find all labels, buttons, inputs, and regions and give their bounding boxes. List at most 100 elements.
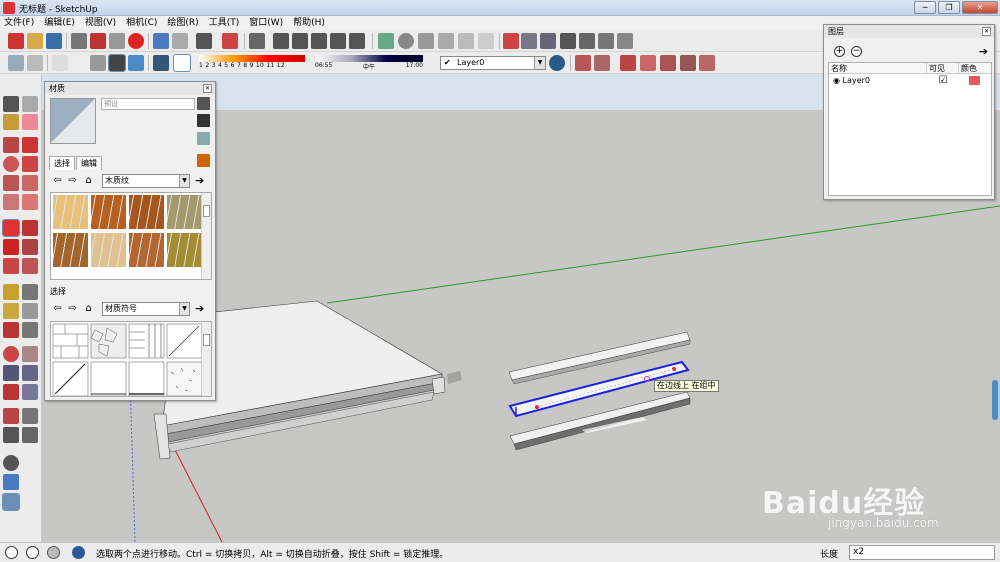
open-file-icon[interactable]: [27, 33, 43, 49]
orbit-tool-icon[interactable]: [3, 346, 19, 362]
freehand-icon[interactable]: [22, 156, 38, 172]
components-icon[interactable]: [540, 33, 556, 49]
scene-icon[interactable]: [620, 55, 636, 71]
follow-me-icon[interactable]: [22, 239, 38, 255]
axes-tool-icon[interactable]: [3, 322, 19, 338]
tape-measure-icon[interactable]: [3, 284, 19, 300]
menu-draw[interactable]: 绘图(R): [167, 16, 198, 30]
col-name[interactable]: 名称: [829, 63, 927, 73]
chevron-down-icon[interactable]: ▼: [179, 303, 189, 315]
chevron-down-icon[interactable]: ▼: [534, 57, 545, 69]
zoom-tool-icon[interactable]: [3, 365, 19, 381]
col-color[interactable]: 颜色: [959, 63, 991, 73]
details-arrow-icon[interactable]: ➔: [979, 45, 988, 58]
menu-help[interactable]: 帮助(H): [293, 16, 325, 30]
close-icon[interactable]: ✕: [982, 27, 991, 36]
layer-visible-checkbox[interactable]: ☑: [927, 74, 959, 87]
iso-view-icon[interactable]: [273, 33, 289, 49]
menu-tools[interactable]: 工具(T): [209, 16, 240, 30]
3d-text-icon[interactable]: [22, 322, 38, 338]
rotate-tool-icon[interactable]: [3, 239, 19, 255]
back-edges-icon[interactable]: [27, 55, 43, 71]
camera-icon[interactable]: [249, 33, 265, 49]
scale-tool-icon[interactable]: [3, 258, 19, 274]
geolocation-icon[interactable]: [5, 546, 18, 559]
pie-tool-icon[interactable]: [3, 194, 19, 210]
offset-tool-icon[interactable]: [22, 258, 38, 274]
arc-tool-icon[interactable]: [22, 175, 38, 191]
right-view-icon[interactable]: [330, 33, 346, 49]
menu-window[interactable]: 窗口(W): [249, 16, 283, 30]
interact-icon[interactable]: [680, 55, 696, 71]
extension-icon[interactable]: [617, 33, 633, 49]
create-material-icon[interactable]: [197, 114, 210, 127]
material-swatch[interactable]: [129, 195, 164, 229]
warehouse-icon[interactable]: [503, 33, 519, 49]
share-model-icon[interactable]: [598, 33, 614, 49]
display-secondary-icon[interactable]: [197, 97, 210, 110]
paste-icon[interactable]: [109, 33, 125, 49]
sandbox-icon[interactable]: [378, 33, 394, 49]
toggle-terrain-icon[interactable]: [3, 474, 19, 490]
look-around-icon[interactable]: [22, 408, 38, 424]
zoom-slider[interactable]: [992, 380, 998, 420]
erase-icon[interactable]: [128, 33, 144, 49]
back-icon[interactable]: ⇦: [52, 303, 63, 314]
delete-layer-icon[interactable]: −: [851, 46, 862, 57]
photo-textures-icon[interactable]: [2, 493, 20, 511]
make-component-icon[interactable]: [22, 96, 38, 112]
credits-icon[interactable]: [26, 546, 39, 559]
orbit-icon[interactable]: [398, 33, 414, 49]
user-icon[interactable]: [47, 546, 60, 559]
paint-bucket-icon[interactable]: [3, 114, 19, 130]
two-point-arc-icon[interactable]: [22, 194, 38, 210]
material-swatch[interactable]: [91, 195, 126, 229]
menu-file[interactable]: 文件(F): [4, 16, 34, 30]
print-icon[interactable]: [196, 33, 212, 49]
default-material-icon[interactable]: [197, 132, 210, 145]
new-file-icon[interactable]: [8, 33, 24, 49]
cut-icon[interactable]: [71, 33, 87, 49]
back-icon[interactable]: ⇦: [52, 175, 63, 186]
dimension-icon[interactable]: [22, 284, 38, 300]
help-icon[interactable]: [72, 546, 85, 559]
home-icon[interactable]: ⌂: [83, 175, 94, 186]
select-tool-icon[interactable]: [3, 96, 19, 112]
time-slider[interactable]: 06:55 中午 17:00: [315, 55, 423, 71]
dynamic-component-icon[interactable]: [660, 55, 676, 71]
drape-icon[interactable]: [438, 33, 454, 49]
push-pull-icon[interactable]: [22, 220, 38, 236]
undo-icon[interactable]: [153, 33, 169, 49]
forward-icon[interactable]: ⇨: [67, 175, 78, 186]
details-arrow-icon[interactable]: ➔: [195, 175, 204, 186]
secondary-library-dropdown[interactable]: 材质符号 ▼: [102, 302, 190, 316]
house-icon[interactable]: [560, 33, 576, 49]
stamp-icon[interactable]: [418, 33, 434, 49]
active-layer-radio-icon[interactable]: ◉: [833, 76, 840, 85]
rectangle-tool-icon[interactable]: [3, 137, 19, 153]
zoom-extents-icon[interactable]: [3, 384, 19, 400]
material-swatch[interactable]: [53, 195, 88, 229]
col-visible[interactable]: 可见: [927, 63, 959, 73]
maximize-button[interactable]: ❐: [938, 1, 960, 14]
pan-tool-icon[interactable]: [22, 346, 38, 362]
previous-view-icon[interactable]: [22, 384, 38, 400]
forward-icon[interactable]: ⇨: [67, 303, 78, 314]
polygon-tool-icon[interactable]: [3, 175, 19, 191]
component-options-icon[interactable]: [699, 55, 715, 71]
zoom-window-icon[interactable]: [22, 365, 38, 381]
position-camera-icon[interactable]: [3, 408, 19, 424]
menu-view[interactable]: 视图(V): [85, 16, 116, 30]
home-icon[interactable]: ⌂: [83, 303, 94, 314]
material-name-input[interactable]: 预设: [101, 98, 195, 110]
wireframe-icon[interactable]: [52, 55, 68, 71]
add-detail-icon[interactable]: [458, 33, 474, 49]
xray-icon[interactable]: [8, 55, 24, 71]
layer-color-swatch[interactable]: [969, 76, 980, 85]
protractor-icon[interactable]: [3, 303, 19, 319]
flip-edge-icon[interactable]: [478, 33, 494, 49]
walk-tool-icon[interactable]: [3, 427, 19, 443]
tab-edit[interactable]: 编辑: [76, 156, 102, 170]
shaded-textures-icon[interactable]: [108, 54, 126, 72]
line-tool-icon[interactable]: [22, 137, 38, 153]
